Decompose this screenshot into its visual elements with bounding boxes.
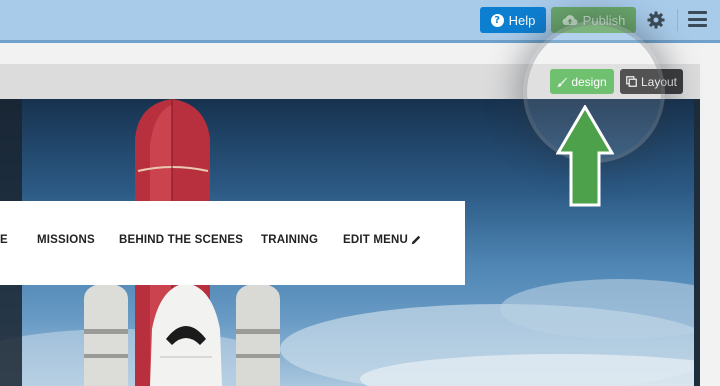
hero-edge bbox=[694, 99, 700, 386]
help-button[interactable]: ? Help bbox=[480, 7, 546, 33]
cloud-upload-icon bbox=[562, 15, 578, 26]
design-button-label: design bbox=[571, 74, 607, 89]
paintbrush-icon bbox=[557, 77, 568, 87]
gear-icon[interactable] bbox=[646, 10, 666, 30]
layout-button[interactable]: Layout bbox=[620, 69, 683, 94]
nav-item-behind-the-scenes[interactable]: BEHIND THE SCENES bbox=[119, 234, 243, 246]
nav-item-missions[interactable]: MISSIONS bbox=[37, 234, 95, 246]
help-circle-icon: ? bbox=[490, 13, 504, 27]
publish-button[interactable]: Publish bbox=[551, 7, 636, 33]
layout-button-label: Layout bbox=[640, 74, 678, 89]
edit-menu-label: EDIT MENU bbox=[343, 234, 409, 246]
nav-item-edit-menu[interactable]: EDIT MENU bbox=[343, 234, 421, 246]
pencil-icon bbox=[411, 235, 421, 245]
hamburger-menu-icon[interactable] bbox=[688, 11, 707, 27]
help-button-label: Help bbox=[508, 12, 536, 28]
copy-layout-icon bbox=[626, 76, 637, 87]
publish-button-label: Publish bbox=[582, 12, 626, 28]
design-button[interactable]: design bbox=[550, 69, 614, 94]
toolbar-divider bbox=[677, 9, 678, 31]
up-arrow-indicator bbox=[556, 105, 614, 207]
nav-item-training[interactable]: TRAINING bbox=[261, 234, 318, 246]
nav-item-truncated[interactable]: E bbox=[0, 234, 8, 246]
